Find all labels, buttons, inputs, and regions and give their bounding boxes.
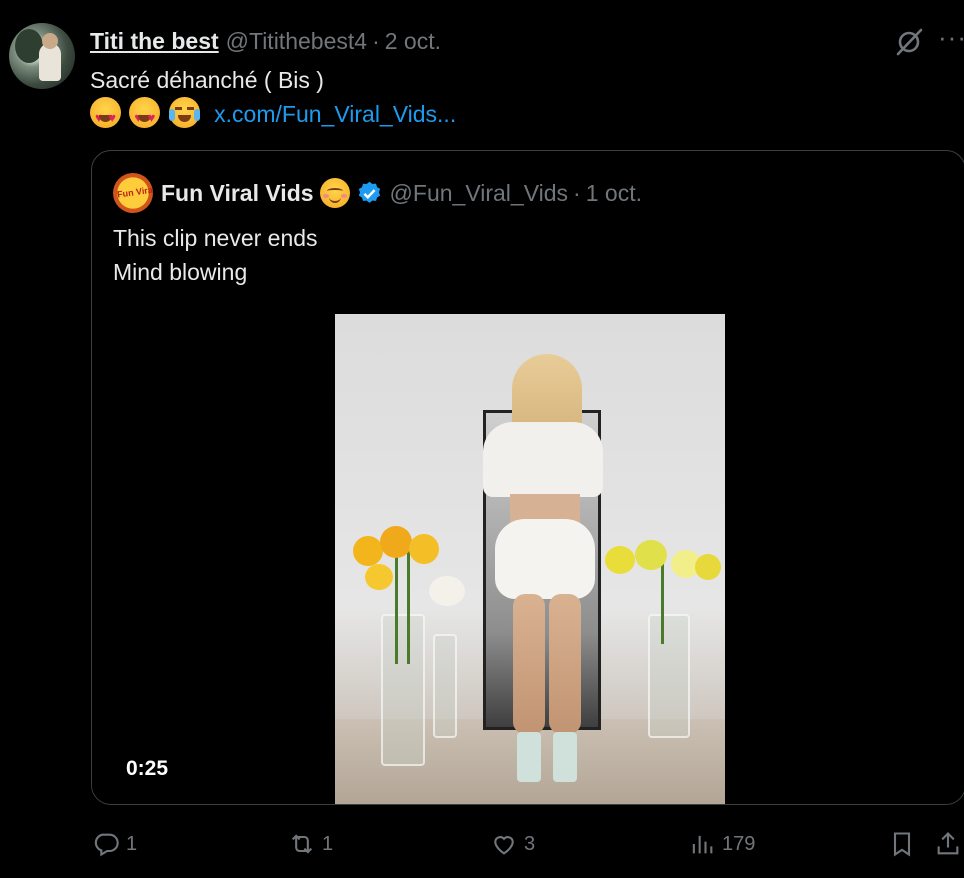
quoted-tweet-card[interactable]: Fun Viral Fun Viral Vids @Fun_Viral_Vids… <box>91 150 964 805</box>
video-person-shoe-right <box>553 732 577 782</box>
quote-text-line1: This clip never ends <box>113 225 318 251</box>
repost-button[interactable]: 1 <box>288 830 333 858</box>
heart-eyes-emoji-icon <box>129 97 161 134</box>
video-person-leg-left <box>513 594 545 734</box>
video-person-leg-right <box>549 594 581 734</box>
reply-button[interactable]: 1 <box>92 830 137 858</box>
views-button[interactable]: 179 <box>688 830 755 858</box>
tweet-emoji-link-line: x.com/Fun_Viral_Vids... <box>90 97 456 134</box>
grok-icon[interactable] <box>893 26 925 58</box>
tweet-date[interactable]: 2 oct. <box>385 28 441 55</box>
tweet-header: Titi the best @Titithebest4 · 2 oct. <box>90 26 441 56</box>
video-frame[interactable] <box>335 314 725 804</box>
quote-author-name[interactable]: Fun Viral Vids <box>161 180 314 207</box>
tweet-link[interactable]: x.com/Fun_Viral_Vids... <box>214 101 456 127</box>
quote-text: This clip never ends Mind blowing <box>113 221 318 289</box>
tweet-actions-bar: 1 1 3 179 <box>0 830 964 862</box>
like-count: 3 <box>524 832 536 855</box>
quote-text-line2: Mind blowing <box>113 259 248 285</box>
video-person-skirt <box>495 519 595 599</box>
video-vase-right <box>648 614 690 738</box>
video-duration: 0:25 <box>126 757 169 780</box>
heart-eyes-emoji-icon <box>90 97 121 134</box>
video-vase-middle <box>433 634 457 738</box>
video-vase-left <box>381 614 425 766</box>
tweet-text: Sacré déhanché ( Bis ) <box>90 67 324 93</box>
share-button[interactable] <box>934 830 962 858</box>
quote-header-separator: · <box>573 179 581 206</box>
video-player[interactable] <box>92 314 964 804</box>
quote-date[interactable]: 1 oct. <box>586 180 642 207</box>
reply-count: 1 <box>126 832 138 855</box>
reply-icon <box>94 833 119 857</box>
author-name[interactable]: Titi the best <box>90 28 219 55</box>
more-options-icon[interactable]: ··· <box>938 22 964 53</box>
bookmark-button[interactable] <box>888 830 916 858</box>
tears-of-joy-emoji-icon <box>168 97 200 128</box>
repost-count: 1 <box>322 832 334 855</box>
video-person-top <box>483 422 603 497</box>
quote-header: Fun Viral Fun Viral Vids @Fun_Viral_Vids… <box>113 173 642 213</box>
quote-author-avatar[interactable]: Fun Viral <box>113 173 153 213</box>
tweet-body: Sacré déhanché ( Bis ) x.com/Fun_Viral_V… <box>90 64 456 134</box>
share-icon <box>937 832 959 855</box>
repost-icon <box>291 834 313 854</box>
quote-author-handle[interactable]: @Fun_Viral_Vids <box>390 180 569 207</box>
bookmark-icon <box>893 832 911 857</box>
author-avatar[interactable] <box>9 23 75 89</box>
avatar-person-head <box>42 33 58 49</box>
header-separator: · <box>372 27 380 54</box>
analytics-icon <box>692 835 713 854</box>
verified-badge-icon <box>358 181 380 203</box>
view-count: 179 <box>722 832 756 855</box>
video-person-shoe-left <box>517 732 541 782</box>
author-handle[interactable]: @Titithebest4 <box>226 28 367 55</box>
like-button[interactable]: 3 <box>490 830 535 858</box>
heart-icon <box>494 836 514 855</box>
smiling-blush-emoji-icon <box>319 178 350 208</box>
